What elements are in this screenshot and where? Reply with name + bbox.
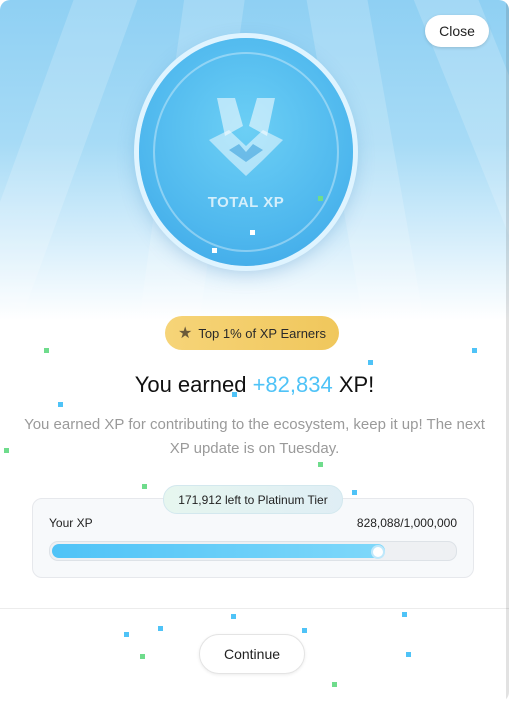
confetti-piece — [232, 392, 237, 397]
confetti-piece — [124, 632, 129, 637]
xp-progress-fill — [52, 544, 385, 558]
confetti-piece — [318, 196, 323, 201]
confetti-piece — [302, 628, 307, 633]
confetti-piece — [472, 348, 477, 353]
confetti-piece — [58, 402, 63, 407]
confetti-piece — [44, 348, 49, 353]
confetti-piece — [142, 484, 147, 489]
tier-progress-pill: 171,912 left to Platinum Tier — [163, 485, 343, 514]
confetti-piece — [406, 652, 411, 657]
xp-progress-track — [49, 541, 457, 561]
continue-button[interactable]: Continue — [199, 634, 305, 674]
headline-prefix: You earned — [134, 372, 247, 397]
confetti-piece — [231, 614, 236, 619]
xp-reward-modal: Close TOTAL XP ★ Top 1% of XP Earners Yo… — [0, 0, 509, 702]
xp-progress-marker — [371, 545, 385, 559]
badge-text: Top 1% of XP Earners — [198, 325, 326, 341]
confetti-piece — [250, 230, 255, 235]
footer-divider — [0, 608, 509, 609]
confetti-piece — [4, 448, 9, 453]
headline-suffix: XP! — [338, 372, 375, 397]
confetti-piece — [318, 462, 323, 467]
xp-amount: +82,834 — [252, 372, 333, 397]
total-xp-coin: TOTAL XP — [139, 38, 353, 266]
headline: You earned +82,834 XP! — [0, 372, 509, 398]
xp-value: 828,088/1,000,000 — [356, 516, 457, 530]
confetti-piece — [368, 360, 373, 365]
light-ray — [0, 0, 149, 309]
description: You earned XP for contributing to the ec… — [24, 416, 485, 457]
confetti-piece — [402, 612, 407, 617]
close-button[interactable]: Close — [425, 15, 489, 47]
confetti-piece — [332, 682, 337, 687]
top-earner-badge: ★ Top 1% of XP Earners — [165, 316, 339, 350]
xp-label: Your XP — [49, 516, 93, 530]
star-icon: ★ — [177, 325, 193, 342]
confetti-piece — [352, 490, 357, 495]
confetti-piece — [158, 626, 163, 631]
xp-logo-icon — [209, 98, 283, 176]
confetti-piece — [140, 654, 145, 659]
confetti-piece — [212, 248, 217, 253]
